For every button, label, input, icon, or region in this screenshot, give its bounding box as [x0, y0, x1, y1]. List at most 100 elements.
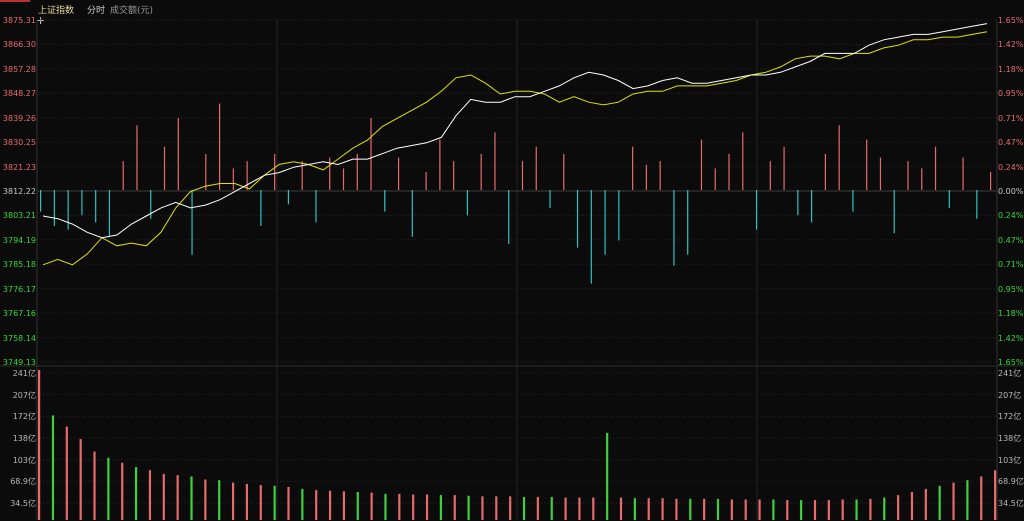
price-tick-label: 3767.16	[2, 309, 36, 319]
volume-bar	[564, 497, 567, 520]
volume-bar	[398, 493, 401, 520]
volume-bar	[938, 485, 941, 520]
percent-tick-label: 1.42%	[998, 333, 1024, 343]
volume-bar	[910, 491, 914, 520]
flow-bar	[576, 190, 579, 248]
volume-bar	[148, 470, 152, 520]
volume-bar	[190, 476, 193, 520]
flow-bar	[659, 161, 661, 190]
percent-tick-label: 0.47%	[998, 138, 1024, 148]
volume-bar	[633, 498, 636, 520]
price-tick-label: 3875.31	[2, 16, 36, 25]
flow-bar	[645, 164, 647, 190]
flow-bar	[563, 154, 565, 190]
volume-bar	[647, 498, 650, 520]
flow-bar	[163, 146, 166, 190]
flow-bar	[687, 190, 689, 255]
price-tick-label: 3866.30	[2, 40, 36, 50]
flow-bar	[907, 161, 909, 190]
flow-bar	[40, 190, 42, 212]
intraday-chart[interactable]	[0, 0, 1024, 521]
flow-bar	[494, 132, 496, 190]
volume-bar	[162, 473, 165, 520]
volume-bar	[328, 490, 332, 520]
flow-bar	[948, 190, 950, 208]
volume-bar	[550, 496, 553, 520]
volume-bar	[79, 439, 82, 520]
flow-bar	[590, 190, 592, 284]
flow-bar	[150, 190, 152, 219]
volume-bar	[522, 496, 526, 520]
price-tick-label: 3794.19	[2, 235, 36, 245]
flow-bar	[714, 168, 716, 190]
volume-bar	[425, 494, 429, 520]
volume-tick-label: 172亿	[12, 412, 36, 422]
volume-bar	[855, 499, 858, 520]
flow-bar	[700, 139, 703, 190]
price-tick-label: 3839.26	[2, 113, 36, 123]
volume-bar	[772, 499, 775, 520]
percent-tick-label: 0.24%	[998, 162, 1024, 172]
volume-bar	[51, 415, 55, 520]
flow-bar	[893, 190, 895, 234]
percent-tick-label: 1.42%	[998, 40, 1024, 50]
flow-bar	[81, 190, 83, 216]
flow-bar	[177, 118, 179, 190]
volume-bar	[952, 482, 955, 520]
volume-bar	[245, 483, 249, 520]
volume-bar	[703, 498, 706, 520]
flow-bar	[260, 190, 262, 226]
price-line	[42, 23, 988, 239]
flow-bar	[425, 172, 427, 190]
flow-bar	[549, 190, 551, 208]
flow-bar	[934, 146, 937, 190]
flow-bar	[342, 168, 345, 190]
volume-bar	[883, 497, 886, 520]
volume-bar	[412, 494, 415, 520]
flow-bar	[397, 157, 400, 190]
percent-tick-label: 0.71%	[998, 260, 1024, 270]
percent-tick-label: 0.95%	[998, 89, 1024, 99]
volume-bar	[342, 491, 346, 520]
volume-bar	[619, 497, 623, 520]
volume-bar	[176, 475, 179, 520]
volume-tick-label: 34.5亿	[10, 499, 36, 508]
volume-bar	[827, 500, 830, 520]
price-tick-label: 3758.14	[2, 333, 36, 343]
volume-bar	[786, 500, 789, 520]
flow-bar	[728, 154, 730, 190]
volume-bar	[121, 462, 124, 520]
flow-bar	[879, 157, 882, 190]
flow-bar	[191, 190, 193, 255]
flow-bar	[783, 146, 785, 190]
flow-bar	[466, 190, 469, 216]
volume-bar	[273, 485, 276, 520]
flow-bar	[453, 161, 455, 190]
volume-bar	[675, 498, 678, 520]
volume-bar	[509, 496, 512, 520]
flow-bar	[508, 190, 510, 244]
flow-bar	[411, 190, 413, 237]
percent-tick-label: 1.65%	[998, 16, 1024, 25]
chart-window: 上证指数 分时 成交额(元) + 3875.31 3866.30 3857.28 38…	[0, 0, 1024, 521]
volume-bar	[481, 496, 484, 520]
volume-bar	[231, 482, 235, 520]
flow-bar	[838, 125, 840, 190]
volume-tick-label: 207亿	[998, 390, 1022, 400]
flow-bar	[384, 190, 386, 212]
flow-bar	[742, 132, 744, 190]
flow-bar	[976, 190, 978, 219]
volume-bar	[897, 495, 900, 520]
volume-bar	[592, 497, 595, 520]
volume-bar	[453, 495, 456, 520]
flow-bar	[618, 190, 620, 241]
volume-bar	[134, 467, 138, 520]
flow-bar	[797, 190, 799, 216]
volume-tick-label: 103亿	[998, 455, 1022, 465]
percent-tick-label: 0.71%	[998, 113, 1024, 123]
volume-bar	[370, 492, 373, 520]
average-price-line	[42, 31, 988, 266]
volume-bar	[800, 500, 803, 520]
flow-bar	[673, 190, 675, 266]
volume-tick-label: 207亿	[12, 390, 36, 400]
